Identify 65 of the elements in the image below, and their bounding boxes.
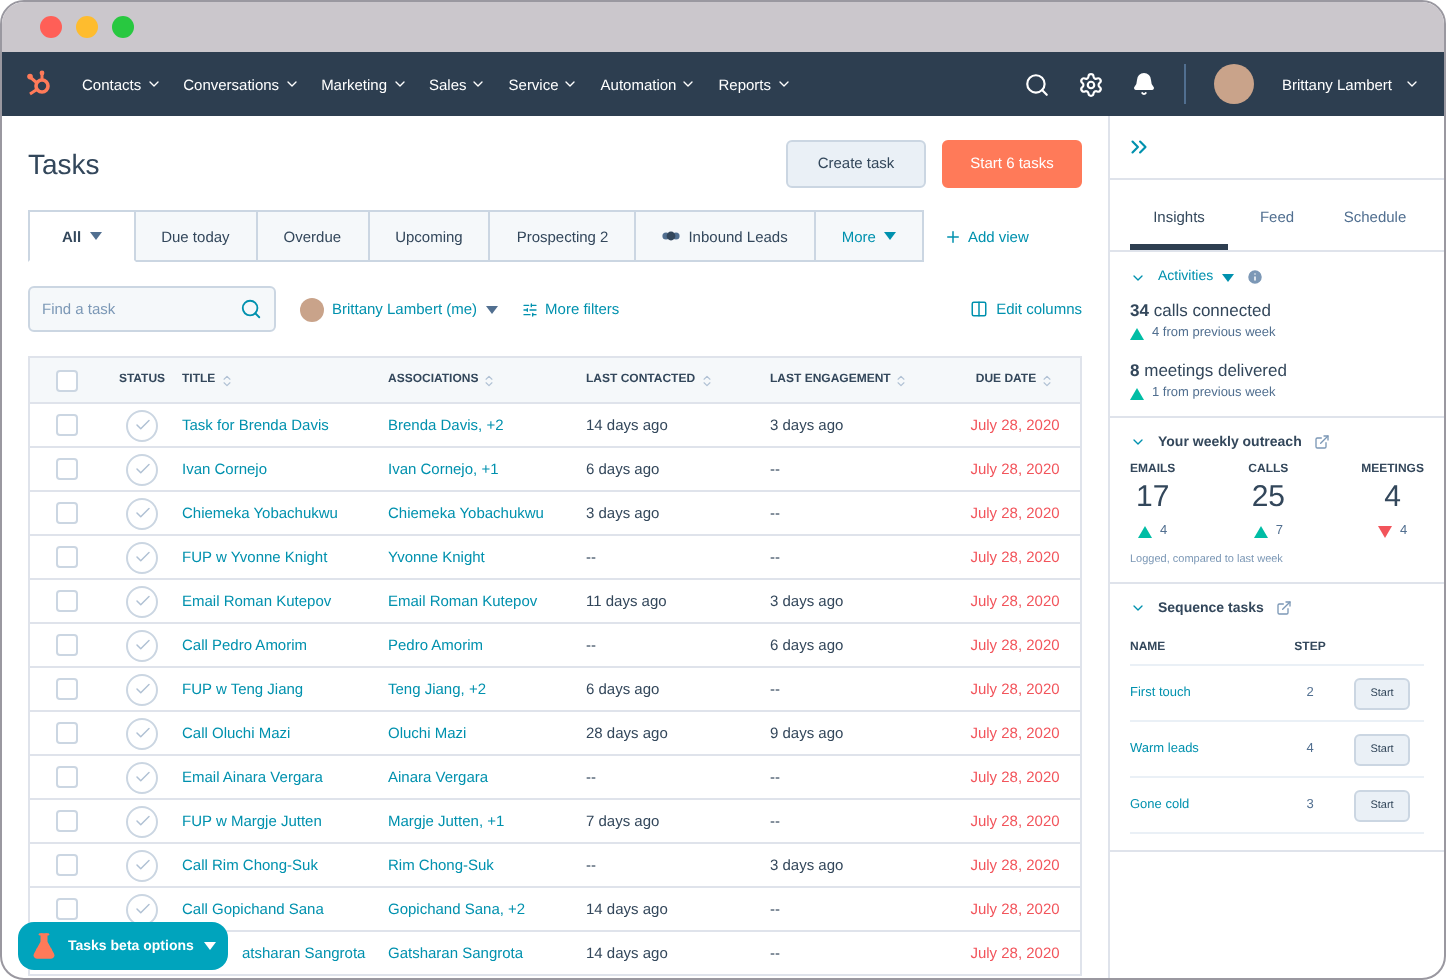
status-check-icon[interactable]: [126, 761, 158, 793]
status-check-icon[interactable]: [126, 409, 158, 441]
chevron-down-icon: [562, 76, 579, 92]
metric-value: 25: [1251, 480, 1285, 514]
row-checkbox[interactable]: [55, 414, 77, 436]
columns-icon: [970, 300, 989, 318]
maximize-window-icon[interactable]: [112, 16, 134, 38]
chevron-down-icon: [775, 76, 791, 92]
collapse-panel-icon[interactable]: [1126, 134, 1152, 160]
activity-stat: 34 calls connected: [1130, 300, 1273, 320]
collapse-chevron-icon[interactable]: [1130, 434, 1146, 450]
sort-icon: [699, 373, 714, 387]
page-title: Tasks: [28, 147, 100, 179]
sort-icon: [1040, 373, 1055, 387]
sprocket-logo-icon[interactable]: [26, 70, 54, 98]
sort-icon: [894, 373, 909, 387]
status-check-icon[interactable]: [126, 585, 158, 617]
status-check-icon[interactable]: [126, 849, 158, 881]
row-checkbox[interactable]: [55, 810, 77, 832]
metric-value: 17: [1135, 480, 1170, 514]
activity-stat: 8 meetings delivered: [1130, 360, 1289, 380]
row-checkbox[interactable]: [55, 590, 77, 612]
status-check-icon[interactable]: [126, 453, 158, 485]
metric-value: 4: [1384, 480, 1401, 514]
row-checkbox[interactable]: [55, 854, 77, 876]
status-check-icon[interactable]: [126, 541, 158, 573]
chevron-down-icon: [145, 76, 162, 92]
notification-bell-icon[interactable]: [1131, 72, 1156, 96]
user-avatar[interactable]: [1213, 64, 1254, 104]
select-all-checkbox[interactable]: [55, 369, 77, 391]
sort-icon: [482, 373, 497, 387]
caret-icon: [1221, 273, 1234, 281]
row-checkbox[interactable]: [55, 722, 77, 744]
row-checkbox[interactable]: [55, 546, 77, 568]
chevron-down-icon: [391, 76, 407, 92]
row-checkbox[interactable]: [55, 766, 77, 788]
row-checkbox[interactable]: [55, 502, 77, 524]
status-check-icon[interactable]: [126, 673, 158, 705]
search-icon[interactable]: [1023, 71, 1050, 97]
chevron-down-icon: [283, 76, 300, 92]
row-checkbox[interactable]: [55, 678, 77, 700]
status-check-icon[interactable]: [126, 497, 158, 529]
collapse-chevron-icon[interactable]: [1130, 600, 1146, 616]
external-link-icon[interactable]: [1275, 600, 1292, 616]
caret-icon: [485, 305, 498, 313]
row-checkbox[interactable]: [55, 458, 77, 480]
chevron-down-icon: [1404, 76, 1420, 92]
status-check-icon[interactable]: [126, 629, 158, 661]
chevron-down-icon: [470, 76, 487, 92]
plus-icon: [943, 227, 962, 245]
flask-icon: [30, 932, 58, 960]
chevron-down-icon: [680, 76, 697, 92]
row-checkbox[interactable]: [55, 634, 77, 656]
sliders-icon: [521, 301, 538, 317]
close-window-icon[interactable]: [40, 16, 62, 38]
info-icon[interactable]: [1245, 268, 1264, 286]
sort-icon: [219, 373, 234, 387]
row-checkbox[interactable]: [55, 898, 77, 920]
external-link-icon[interactable]: [1313, 434, 1330, 450]
settings-icon[interactable]: [1077, 71, 1104, 97]
status-check-icon[interactable]: [126, 717, 158, 749]
minimize-window-icon[interactable]: [76, 16, 98, 38]
caret-icon: [203, 942, 216, 950]
status-check-icon[interactable]: [126, 805, 158, 837]
user-avatar: [300, 297, 324, 321]
